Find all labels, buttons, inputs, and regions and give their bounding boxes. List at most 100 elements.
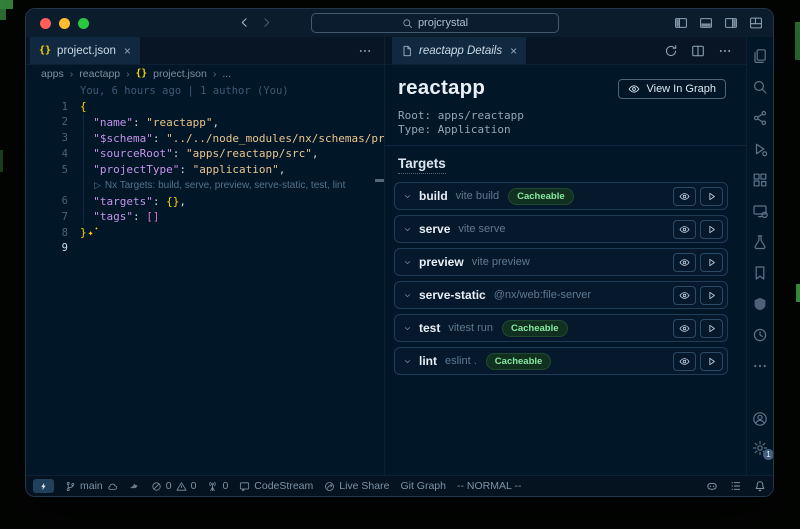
code-line[interactable]: 1{ <box>26 99 384 115</box>
screen-artifact <box>0 150 3 172</box>
more-actions-icon[interactable] <box>358 44 372 58</box>
target-row-serve[interactable]: servevite serve <box>394 215 728 243</box>
title-bar: projcrystal <box>26 9 773 37</box>
toggle-secondary-sidebar-icon[interactable] <box>724 16 738 30</box>
bookmarks-icon[interactable] <box>752 265 768 281</box>
problems-status[interactable]: 0 0 <box>151 480 197 492</box>
view-target-config-button[interactable] <box>673 187 696 206</box>
target-row-preview[interactable]: previewvite preview <box>394 248 728 276</box>
run-target-button[interactable] <box>700 319 723 338</box>
codestream-status[interactable]: CodeStream <box>239 480 313 492</box>
outline-icon[interactable] <box>730 480 742 492</box>
code-line[interactable]: 5 "projectType": "application", <box>26 162 384 178</box>
remote-explorer-icon[interactable] <box>752 203 768 219</box>
target-row-build[interactable]: buildvite buildCacheable <box>394 182 728 210</box>
tab-label: reactapp Details <box>419 45 502 57</box>
code-line[interactable]: 3 "$schema": "../../node_modules/nx/sche… <box>26 130 384 146</box>
testing-icon[interactable] <box>752 234 768 250</box>
tab-label: project.json <box>57 45 116 57</box>
source-control-icon[interactable] <box>752 110 768 126</box>
command-center-search[interactable]: projcrystal <box>311 13 559 33</box>
breadcrumb-item-apps[interactable]: apps <box>41 68 64 80</box>
more-icon[interactable] <box>752 358 768 374</box>
split-editor-icon[interactable] <box>691 44 705 58</box>
git-branch-icon <box>65 481 76 492</box>
copilot-icon[interactable] <box>706 480 718 492</box>
history-icon[interactable] <box>752 327 768 343</box>
chevron-down-icon[interactable] <box>403 324 412 333</box>
target-command: vitest run <box>448 322 493 334</box>
zoom-window-button[interactable] <box>78 18 89 29</box>
chevron-down-icon[interactable] <box>403 258 412 267</box>
chevron-down-icon[interactable] <box>403 291 412 300</box>
gitlens-icon[interactable] <box>752 296 768 312</box>
targets-list: buildvite buildCacheable servevite serve p… <box>394 182 728 375</box>
close-window-button[interactable] <box>40 18 51 29</box>
customize-layout-icon[interactable] <box>749 16 763 30</box>
code-line[interactable]: 2 "name": "reactapp", <box>26 115 384 131</box>
settings-icon[interactable]: 1 <box>752 440 768 456</box>
run-target-button[interactable] <box>700 253 723 272</box>
run-target-button[interactable] <box>700 286 723 305</box>
code-line[interactable]: 9 <box>26 241 384 257</box>
run-debug-icon[interactable] <box>752 141 768 157</box>
run-target-button[interactable] <box>700 187 723 206</box>
back-icon[interactable] <box>238 16 251 29</box>
blame-annotation[interactable]: You, 6 hours ago | 1 author (You) <box>26 83 384 99</box>
account-icon[interactable] <box>752 411 768 427</box>
search-icon[interactable] <box>752 79 768 95</box>
target-name: serve <box>419 222 450 236</box>
target-row-lint[interactable]: linteslint .Cacheable <box>394 347 728 375</box>
view-target-config-button[interactable] <box>673 253 696 272</box>
view-target-config-button[interactable] <box>673 352 696 371</box>
toggle-primary-sidebar-icon[interactable] <box>674 16 688 30</box>
forward-icon[interactable] <box>260 16 273 29</box>
tab-reactapp-details[interactable]: reactapp Details × <box>392 37 526 64</box>
code-editor[interactable]: You, 6 hours ago | 1 author (You)1{2 "na… <box>26 83 384 475</box>
files-icon[interactable] <box>752 48 768 64</box>
branch-status[interactable]: main <box>65 480 118 492</box>
warning-icon <box>176 481 187 492</box>
run-target-button[interactable] <box>700 352 723 371</box>
nx-lightning-status[interactable] <box>33 479 54 493</box>
chevron-down-icon[interactable] <box>403 225 412 234</box>
view-target-config-button[interactable] <box>673 220 696 239</box>
chevron-down-icon[interactable] <box>403 357 412 366</box>
line-number: 5 <box>26 164 80 176</box>
lightning-icon <box>39 482 48 491</box>
chevron-down-icon[interactable] <box>403 192 412 201</box>
live-share-status[interactable]: Live Share <box>324 480 389 492</box>
close-tab-icon[interactable]: × <box>124 44 131 58</box>
ai-sparkle-icon[interactable]: ✦✦ <box>88 228 94 239</box>
notifications-bell-icon[interactable] <box>754 480 766 492</box>
run-target-button[interactable] <box>700 220 723 239</box>
git-graph-status[interactable]: Git Graph <box>400 480 446 492</box>
target-row-serve-static[interactable]: serve-static@nx/web:file-server <box>394 281 728 309</box>
vim-mode-status[interactable]: -- NORMAL -- <box>457 480 521 492</box>
ports-status[interactable]: 0 <box>207 480 228 492</box>
view-in-graph-button[interactable]: View In Graph <box>618 79 726 99</box>
toggle-panel-icon[interactable] <box>699 16 713 30</box>
root-label: Root: <box>398 109 431 122</box>
view-target-config-button[interactable] <box>673 286 696 305</box>
extension-status[interactable] <box>129 481 140 492</box>
tab-project-json[interactable]: {} project.json × <box>30 37 140 64</box>
breadcrumb-item-reactapp[interactable]: reactapp <box>79 68 120 80</box>
run-icon: ▷ <box>94 180 101 191</box>
more-actions-icon[interactable] <box>718 44 732 58</box>
minimize-window-button[interactable] <box>59 18 70 29</box>
code-line[interactable]: 4 "sourceRoot": "apps/reactapp/src", <box>26 146 384 162</box>
view-target-config-button[interactable] <box>673 319 696 338</box>
bird-icon <box>129 481 140 492</box>
code-line[interactable]: 8}✦✦ <box>26 225 384 241</box>
status-bar: main 0 0 0 CodeStream Live Share <box>26 475 773 496</box>
code-line[interactable]: 7 "tags": [] <box>26 209 384 225</box>
nx-targets-codelens[interactable]: ▷Nx Targets: build, serve, preview, serv… <box>26 178 384 194</box>
extensions-icon[interactable] <box>752 172 768 188</box>
target-row-test[interactable]: testvitest runCacheable <box>394 314 728 342</box>
refresh-icon[interactable] <box>664 44 678 58</box>
code-line[interactable]: 6 "targets": {}, <box>26 193 384 209</box>
breadcrumb-item-project-json[interactable]: project.json <box>153 68 207 80</box>
close-tab-icon[interactable]: × <box>510 44 517 58</box>
breadcrumb-item-symbol[interactable]: ... <box>222 68 231 80</box>
